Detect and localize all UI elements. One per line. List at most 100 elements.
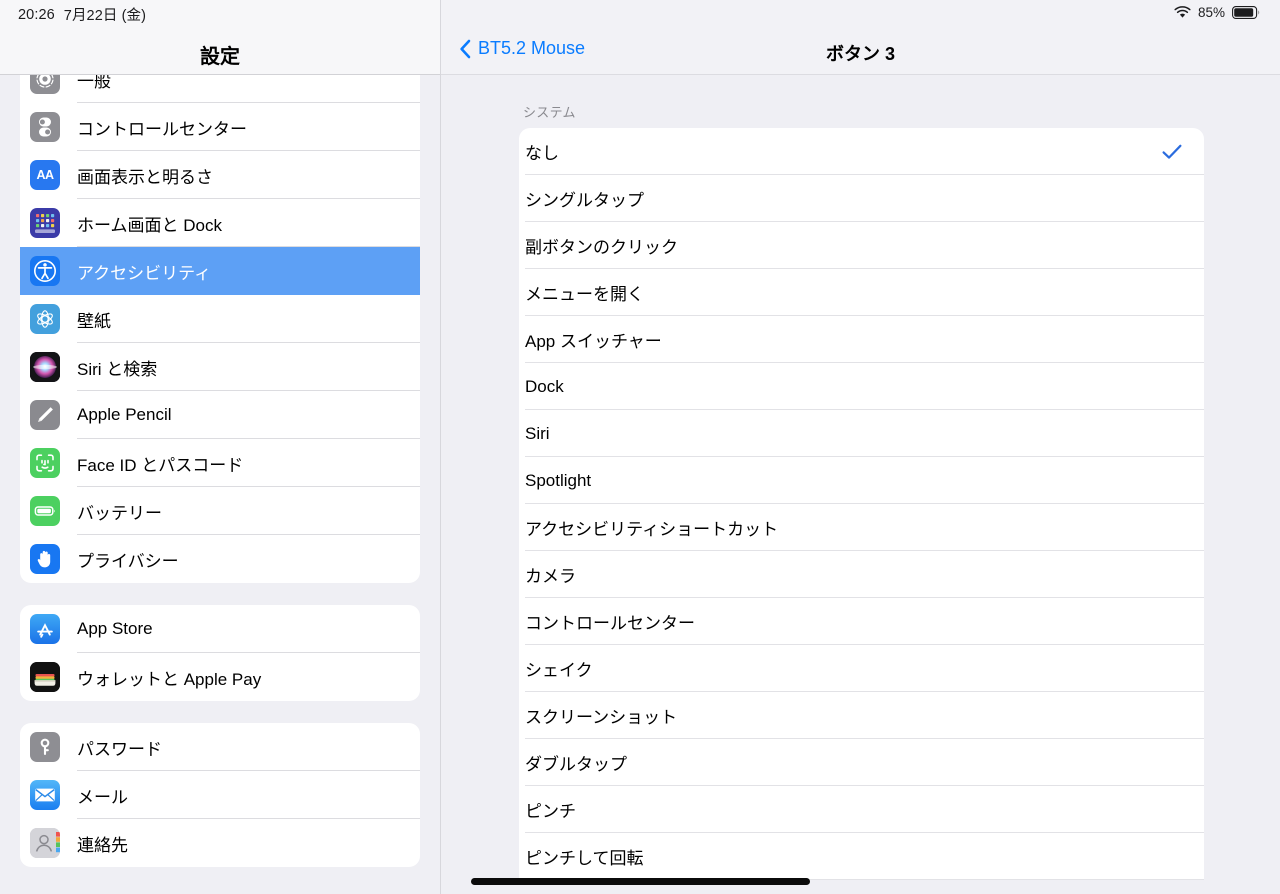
- sidebar-item-label: バッテリー: [77, 503, 162, 523]
- sidebar-item-label: メール: [77, 787, 128, 807]
- options-list: なしシングルタップ副ボタンのクリック メニューを開く App スイッチャー Dock S…: [519, 128, 1204, 880]
- sidebar-item-passwords[interactable]: パスワード: [20, 723, 420, 771]
- sidebar-item-label: パスワード: [77, 739, 162, 759]
- option-camera[interactable]: カメラ: [519, 551, 1204, 598]
- home-indicator[interactable]: [471, 878, 810, 885]
- sidebar-item-wallpaper[interactable]: 壁紙: [20, 295, 420, 343]
- option-siri[interactable]: Siri: [519, 410, 1204, 457]
- checkmark-icon: [1162, 144, 1182, 160]
- option-none[interactable]: なし: [519, 128, 1204, 175]
- ipad-settings-screen: 20:26 7月22日 (金) 設定 一般コントロールセンター AA 画面表示と明る…: [0, 0, 1280, 894]
- pencil-icon: [30, 400, 60, 430]
- sidebar-item-label: アクセシビリティ: [77, 263, 212, 283]
- sidebar-item-accessibility[interactable]: アクセシビリティ: [20, 247, 420, 295]
- control-center-icon: [30, 112, 60, 142]
- sidebar-item-label: Siri と検索: [77, 359, 158, 379]
- option-accessibility-shortcut[interactable]: アクセシビリティショートカット: [519, 504, 1204, 551]
- option-label: Spotlight: [525, 470, 592, 490]
- sidebar-item-label: ウォレットと Apple Pay: [77, 669, 262, 689]
- option-label: Dock: [525, 376, 564, 396]
- option-label: なし: [525, 144, 559, 163]
- battery-icon: [30, 496, 60, 526]
- contacts-icon: [30, 828, 60, 858]
- detail-title: ボタン 3: [825, 44, 895, 64]
- sidebar-group-0: 一般コントロールセンター AA 画面表示と明るさ ホーム画面と Dock アクセシビリテ…: [20, 75, 420, 583]
- sidebar-item-label: 一般: [77, 75, 111, 91]
- sidebar-item-control-center[interactable]: コントロールセンター: [20, 103, 420, 151]
- option-secondary-click[interactable]: 副ボタンのクリック: [519, 222, 1204, 269]
- sidebar-item-display-brightness[interactable]: AA 画面表示と明るさ: [20, 151, 420, 199]
- app-store-icon: [30, 614, 60, 644]
- option-screenshot[interactable]: スクリーンショット: [519, 692, 1204, 739]
- detail-panel: 85% BT5.2 Mouse ボタン 3 システム なし シングルタップ 副ボ…: [440, 0, 1280, 894]
- sidebar-item-wallet-apple-pay[interactable]: ウォレットと Apple Pay: [20, 653, 420, 701]
- option-app-switcher[interactable]: App スイッチャー: [519, 316, 1204, 363]
- sidebar-item-siri-search[interactable]: Siri と検索: [20, 343, 420, 391]
- option-label: ピンチ: [525, 802, 576, 821]
- sidebar-item-label: コントロールセンター: [77, 119, 247, 139]
- battery-percent-label: 85%: [1197, 5, 1225, 20]
- option-pinch[interactable]: ピンチ: [519, 786, 1204, 833]
- option-shake[interactable]: シェイク: [519, 645, 1204, 692]
- option-label: Siri: [525, 423, 550, 443]
- sidebar-item-face-id-passcode[interactable]: Face ID とパスコード: [20, 439, 420, 487]
- key-icon: [30, 732, 60, 762]
- sidebar-item-label: Face ID とパスコード: [77, 455, 244, 475]
- sidebar-item-app-store[interactable]: App Store: [20, 605, 420, 653]
- wallet-icon: [30, 662, 60, 692]
- option-label: アクセシビリティショートカット: [525, 520, 779, 539]
- sidebar-item-mail[interactable]: メール: [20, 771, 420, 819]
- status-bar-right: 85%: [1174, 5, 1260, 20]
- option-label: 副ボタンのクリック: [525, 238, 678, 257]
- battery-icon: [1232, 6, 1260, 19]
- privacy-hand-icon: [30, 544, 60, 574]
- options-scroll-area[interactable]: システム なしシングルタップ副ボタンのクリック メニューを開く App スイッチャー…: [441, 75, 1280, 894]
- display-brightness-icon: AA: [30, 160, 60, 190]
- status-date: 7月22日 (金): [63, 8, 147, 24]
- option-label: シングルタップ: [525, 191, 644, 210]
- sidebar-item-battery[interactable]: バッテリー: [20, 487, 420, 535]
- option-label: シェイク: [525, 661, 593, 680]
- sidebar-item-label: プライバシー: [77, 551, 179, 571]
- sidebar-item-label: 連絡先: [77, 835, 128, 855]
- option-control-center[interactable]: コントロールセンター: [519, 598, 1204, 645]
- option-label: App スイッチャー: [525, 332, 662, 351]
- wallpaper-icon: [30, 304, 60, 334]
- sidebar-item-apple-pencil[interactable]: Apple Pencil: [20, 391, 420, 439]
- option-double-tap[interactable]: ダブルタップ: [519, 739, 1204, 786]
- sidebar-group-1: App Store ウォレットと Apple Pay: [20, 605, 420, 701]
- status-bar-left: 20:26 7月22日 (金): [18, 4, 146, 25]
- option-label: ダブルタップ: [525, 755, 627, 774]
- status-time: 20:26: [18, 6, 55, 23]
- home-screen-dock-icon: [30, 208, 60, 238]
- option-label: カメラ: [525, 567, 576, 586]
- option-pinch-rotate[interactable]: ピンチして回転: [519, 833, 1204, 880]
- option-dock[interactable]: Dock: [519, 363, 1204, 410]
- option-label: スクリーンショット: [525, 708, 678, 727]
- section-header-system: システム: [523, 105, 576, 120]
- option-label: メニューを開く: [525, 285, 644, 304]
- sidebar-item-contacts[interactable]: 連絡先: [20, 819, 420, 867]
- sidebar-group-2: パスワードメール連絡先: [20, 723, 420, 867]
- option-open-menu[interactable]: メニューを開く: [519, 269, 1204, 316]
- mail-icon: [30, 780, 60, 810]
- option-label: コントロールセンター: [525, 614, 695, 633]
- sidebar-item-general[interactable]: 一般: [20, 75, 420, 103]
- sidebar-item-label: App Store: [77, 619, 153, 638]
- sidebar-navigation-bar: 20:26 7月22日 (金) 設定: [0, 0, 440, 75]
- sidebar-item-label: ホーム画面と Dock: [77, 215, 222, 235]
- gear-icon: [30, 75, 60, 94]
- siri-icon: [30, 352, 60, 382]
- wifi-icon: [1174, 6, 1191, 19]
- option-single-tap[interactable]: シングルタップ: [519, 175, 1204, 222]
- sidebar-item-label: 画面表示と明るさ: [77, 167, 213, 187]
- sidebar-item-privacy[interactable]: プライバシー: [20, 535, 420, 583]
- sidebar-item-home-screen-dock[interactable]: ホーム画面と Dock: [20, 199, 420, 247]
- sidebar-item-label: Apple Pencil: [77, 405, 172, 424]
- sidebar-scroll-area[interactable]: 一般コントロールセンター AA 画面表示と明るさ ホーム画面と Dock アクセシビリテ…: [0, 75, 440, 894]
- accessibility-icon: [30, 256, 60, 286]
- option-spotlight[interactable]: Spotlight: [519, 457, 1204, 504]
- page-title: 設定: [200, 46, 240, 68]
- sidebar-item-label: 壁紙: [77, 311, 111, 331]
- settings-sidebar: 20:26 7月22日 (金) 設定 一般コントロールセンター AA 画面表示と明る…: [0, 0, 440, 894]
